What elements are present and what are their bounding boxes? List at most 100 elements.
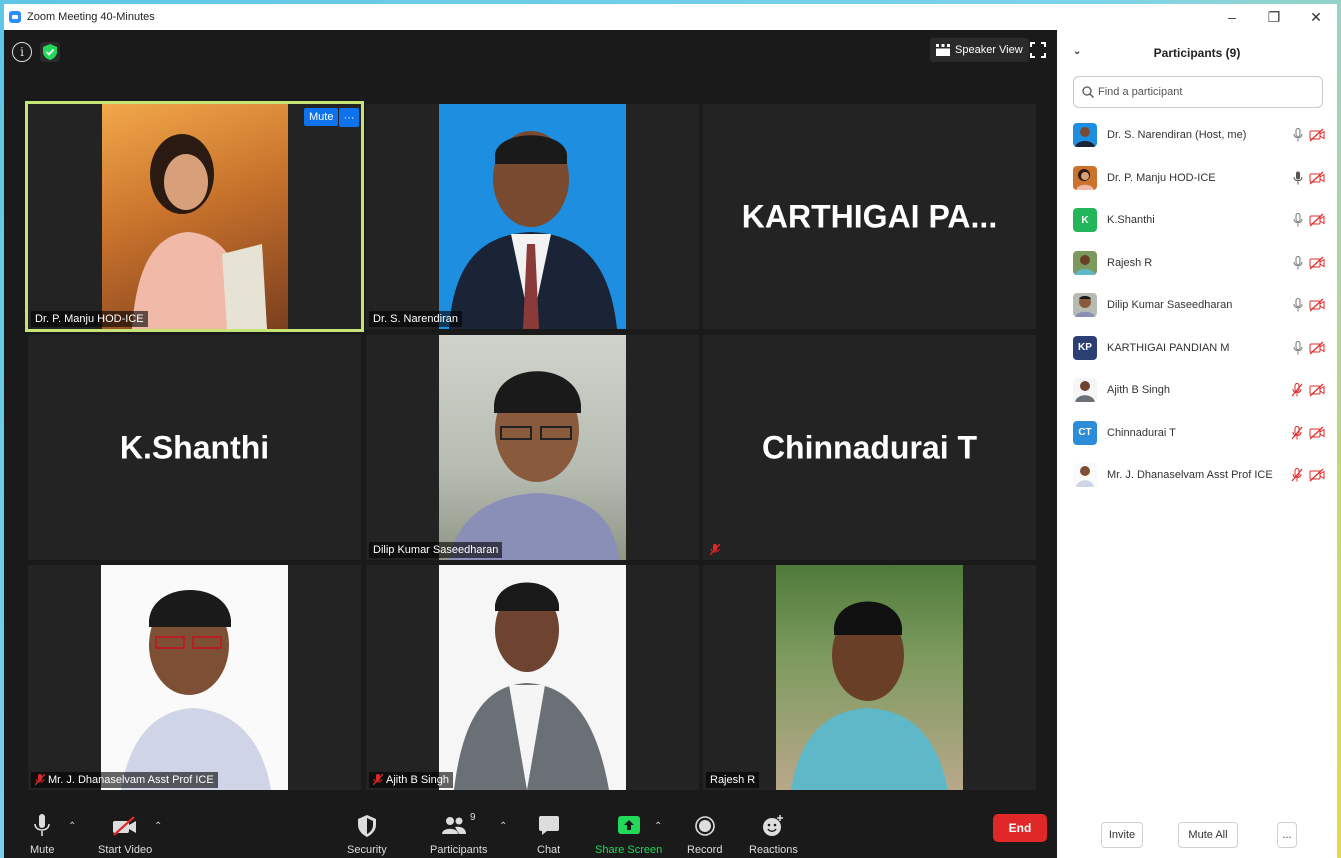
tile-name: Dr. P. Manju HOD-ICE [35, 313, 144, 325]
avatar: K [1073, 208, 1097, 233]
mute-participant-button[interactable]: Mute [304, 108, 339, 126]
video-tile-karthigai[interactable]: KARTHIGAI PA... [703, 104, 1036, 329]
speaker-view-button[interactable]: Speaker View [930, 38, 1029, 62]
search-icon [1082, 86, 1094, 98]
mic-muted-icon[interactable] [1291, 468, 1303, 482]
chat-button[interactable]: Chat [537, 812, 560, 856]
avatar: CT [1073, 420, 1097, 445]
speaker-view-label: Speaker View [955, 44, 1023, 56]
participant-video [439, 565, 626, 790]
video-off-icon[interactable] [1309, 128, 1325, 142]
encryption-shield-icon[interactable] [40, 42, 60, 62]
record-icon [694, 816, 715, 836]
participant-row[interactable]: CT Chinnadurai T [1057, 412, 1337, 455]
more-options-button[interactable]: ... [1277, 822, 1297, 848]
tile-big-name: Chinnadurai T [761, 429, 978, 465]
participant-row[interactable]: K K.Shanthi [1057, 199, 1337, 242]
participant-name: Ajith B Singh [1107, 384, 1170, 397]
mic-muted-icon [373, 774, 383, 786]
participant-name: Dr. P. Manju HOD-ICE [1107, 171, 1216, 184]
window-title: Zoom Meeting 40-Minutes [27, 11, 155, 23]
mute-button[interactable]: Mute [30, 812, 54, 856]
restore-button[interactable]: ❐ [1253, 4, 1295, 30]
participant-row[interactable]: KP KARTHIGAI PANDIAN M [1057, 327, 1337, 370]
video-stage: i Speaker View Mute ··· Dr. P. Manju HOD… [4, 30, 1057, 858]
record-button[interactable]: Record [687, 812, 722, 856]
tile-name: Dilip Kumar Saseedharan [373, 544, 499, 556]
video-off-icon[interactable] [1309, 383, 1325, 397]
participant-name: Chinnadurai T [1107, 426, 1176, 439]
panel-title: Participants (9) [1153, 46, 1241, 60]
speaker-view-icon [936, 44, 950, 56]
more-options-button[interactable]: ··· [339, 108, 359, 127]
panel-footer: Invite Mute All ... [1057, 812, 1337, 858]
video-off-icon[interactable] [1309, 213, 1325, 227]
fullscreen-icon[interactable] [1030, 42, 1046, 58]
avatar [1073, 293, 1097, 318]
participant-row[interactable]: Ajith B Singh [1057, 369, 1337, 412]
video-tile-chinnadurai[interactable]: Chinnadurai T [703, 335, 1036, 560]
security-button[interactable]: Security [347, 812, 387, 856]
minimize-button[interactable]: – [1211, 4, 1253, 30]
video-off-icon[interactable] [1309, 171, 1325, 185]
participant-row[interactable]: Dr. P. Manju HOD-ICE [1057, 157, 1337, 200]
mic-muted-icon[interactable] [1291, 383, 1303, 397]
share-screen-button[interactable]: Share Screen [595, 812, 662, 856]
video-options-caret[interactable]: ⌃ [154, 821, 162, 832]
video-off-icon[interactable] [1309, 426, 1325, 440]
microphone-icon[interactable] [1293, 128, 1303, 142]
invite-button[interactable]: Invite [1101, 822, 1143, 848]
tile-name: Ajith B Singh [386, 774, 449, 786]
end-meeting-button[interactable]: End [993, 814, 1047, 842]
participant-row[interactable]: Dr. S. Narendiran (Host, me) [1057, 114, 1337, 157]
meeting-info-icon[interactable]: i [12, 42, 32, 62]
video-tile-rajesh[interactable]: Rajesh R [703, 565, 1036, 790]
tile-name-label: Mr. J. Dhanaselvam Asst Prof ICE [31, 772, 218, 788]
participant-video [776, 565, 963, 790]
video-off-icon[interactable] [1309, 341, 1325, 355]
avatar [1073, 165, 1097, 190]
microphone-icon[interactable] [1293, 255, 1303, 270]
mute-all-button[interactable]: Mute All [1178, 822, 1238, 848]
mic-muted-icon[interactable] [1291, 425, 1303, 440]
video-tile-dhanaselvam[interactable]: Mr. J. Dhanaselvam Asst Prof ICE [28, 565, 361, 790]
participant-name: Mr. J. Dhanaselvam Asst Prof ICE [1107, 469, 1273, 482]
chat-icon [538, 816, 559, 835]
chevron-down-icon[interactable]: ⌄ [1073, 46, 1081, 57]
video-tile-narendiran[interactable]: Dr. S. Narendiran [366, 104, 699, 329]
tile-name-label: Ajith B Singh [369, 772, 453, 788]
panel-header: ⌄ Participants (9) [1057, 30, 1337, 76]
video-tile-ajith[interactable]: Ajith B Singh [366, 565, 699, 790]
title-bar: Zoom Meeting 40-Minutes – ❐ ✕ [4, 4, 1337, 30]
participant-name: Dilip Kumar Saseedharan [1107, 299, 1233, 312]
microphone-icon[interactable] [1293, 298, 1303, 312]
share-options-caret[interactable]: ⌃ [654, 821, 662, 832]
reactions-button[interactable]: Reactions [749, 812, 798, 856]
participant-row[interactable]: Dilip Kumar Saseedharan [1057, 284, 1337, 327]
participant-row[interactable]: Rajesh R [1057, 242, 1337, 285]
video-tile-manju[interactable]: Mute ··· Dr. P. Manju HOD-ICE [25, 101, 364, 332]
mic-muted-icon [35, 774, 45, 786]
zoom-window: Zoom Meeting 40-Minutes – ❐ ✕ i Speaker … [4, 4, 1337, 858]
video-tile-dilip[interactable]: Dilip Kumar Saseedharan [366, 335, 699, 560]
video-off-icon[interactable] [1309, 298, 1325, 312]
video-tile-shanthi[interactable]: K.Shanthi [28, 335, 361, 560]
mic-muted-icon [710, 544, 720, 556]
microphone-icon[interactable] [1293, 213, 1303, 227]
participants-button[interactable]: 9 Participants [430, 812, 487, 856]
participants-count: 9 [469, 812, 476, 823]
participant-row[interactable]: Mr. J. Dhanaselvam Asst Prof ICE [1057, 454, 1337, 497]
audio-options-caret[interactable]: ⌃ [68, 821, 76, 832]
search-input[interactable] [1098, 86, 1298, 98]
participant-search[interactable] [1073, 76, 1323, 108]
video-off-icon[interactable] [1309, 256, 1325, 270]
start-video-button[interactable]: Start Video [98, 812, 152, 856]
participants-options-caret[interactable]: ⌃ [499, 821, 507, 832]
avatar [1073, 123, 1097, 148]
close-button[interactable]: ✕ [1295, 4, 1337, 30]
microphone-active-icon[interactable] [1293, 171, 1303, 185]
microphone-icon [34, 814, 51, 836]
tile-name: Dr. S. Narendiran [373, 313, 458, 325]
video-off-icon[interactable] [1309, 468, 1325, 482]
microphone-icon[interactable] [1293, 340, 1303, 355]
